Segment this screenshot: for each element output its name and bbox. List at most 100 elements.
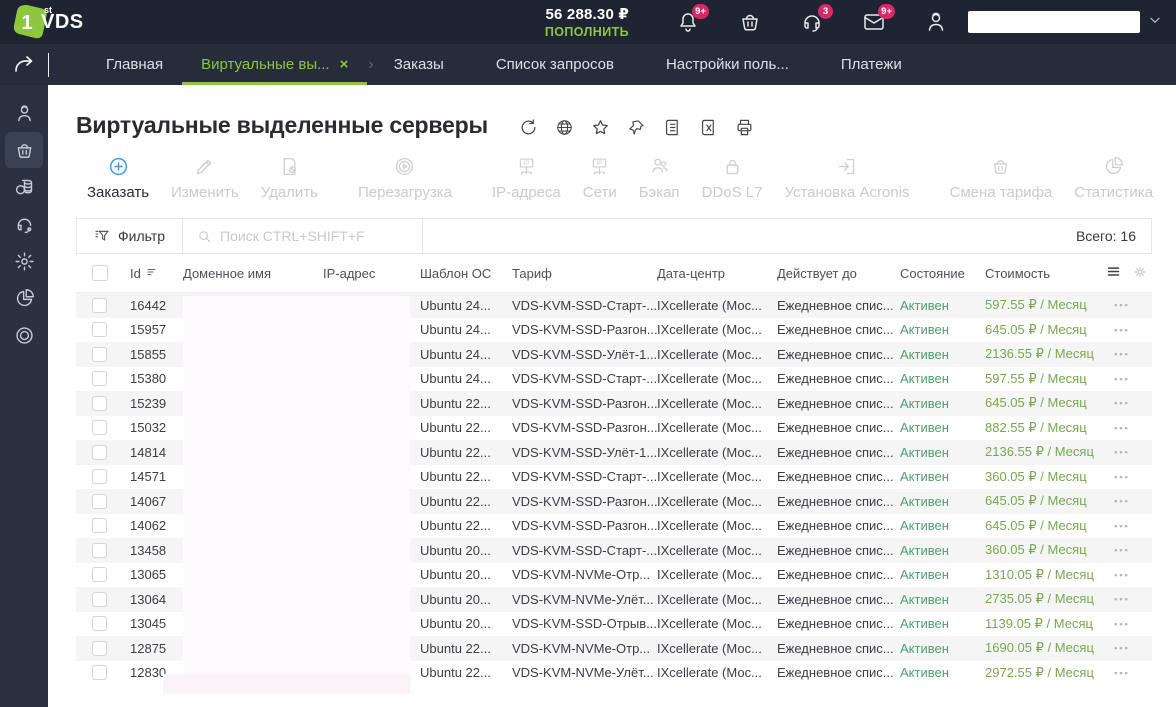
row-menu-button[interactable]: ••• [1106,374,1152,384]
row-menu-button[interactable]: ••• [1106,570,1152,580]
tab-home[interactable]: Главная [87,44,182,85]
refresh-button[interactable] [515,115,542,139]
row-tariff: VDS-KVM-NVMe-Отр... [512,567,651,583]
row-id: 14814 [130,444,167,460]
row-menu-button[interactable]: ••• [1106,325,1152,335]
row-menu-button[interactable]: ••• [1106,643,1152,653]
globe-button[interactable] [551,115,578,139]
row-os-template: Ubuntu 22... [420,444,491,460]
button-label: IP-адреса [491,184,561,201]
column-header-valid-until[interactable]: Действует до [777,266,900,281]
row-tariff: VDS-KVM-SSD-Старт-... [512,371,657,387]
row-checkbox[interactable] [76,542,130,558]
excel-export-icon [701,119,714,135]
profile-button[interactable] [924,10,948,34]
star-icon [593,119,608,134]
print-button[interactable] [731,115,758,139]
row-menu-button[interactable]: ••• [1106,300,1152,310]
tab-virtual-servers[interactable]: Виртуальные вы... × [182,44,368,85]
columns-menu-button[interactable] [1106,264,1121,282]
row-checkbox[interactable] [76,346,130,362]
row-checkbox[interactable] [76,493,130,509]
sidebar-item-products[interactable] [5,132,43,168]
row-menu-button[interactable]: ••• [1106,668,1152,678]
row-checkbox[interactable] [76,420,130,436]
row-menu-button[interactable]: ••• [1106,349,1152,359]
cart-button[interactable] [738,10,762,34]
row-checkbox[interactable] [76,371,130,387]
delete-button[interactable]: Удалить [250,155,329,201]
select-all-checkbox[interactable] [92,265,108,281]
tab-orders[interactable]: Заказы [375,44,463,85]
mail-button[interactable]: 9+ [862,4,895,34]
row-checkbox[interactable] [76,665,130,681]
firstvds-logo[interactable]: 1 st VDS [12,3,84,41]
row-checkbox[interactable] [76,640,130,656]
ddos-l7-button[interactable]: DDoS L7 [691,155,774,201]
statistics-button[interactable]: Статистика [1063,155,1164,201]
install-acronis-button[interactable]: Установка Acronis [773,155,920,201]
ip-addresses-button[interactable]: IP IP-адреса [481,155,572,201]
column-header-cost[interactable]: Стоимость [985,266,1106,281]
row-checkbox[interactable] [76,444,130,460]
row-menu-button[interactable]: ••• [1106,496,1152,506]
row-checkbox[interactable] [76,395,130,411]
excel-export-button[interactable] [695,115,722,139]
row-checkbox[interactable] [76,616,130,632]
history-button[interactable]: ? История [1164,155,1176,201]
sidebar-item-finance[interactable] [5,169,43,205]
sidebar-item-account[interactable] [5,95,43,131]
change-tariff-button[interactable]: Смена тарифа [939,155,1064,201]
balance-amount: 56 288.30 ₽ [545,6,629,23]
column-header-ip[interactable]: IP-адрес [323,266,420,281]
button-label: Перезагрузка [358,184,452,201]
tab-request-list[interactable]: Список запросов [477,44,633,85]
row-checkbox[interactable] [76,518,130,534]
table-settings-button[interactable] [1133,265,1147,282]
pin-button[interactable] [623,115,650,139]
topup-link[interactable]: ПОПОЛНИТЬ [545,25,629,39]
column-header-status[interactable]: Состояние [900,266,985,281]
row-checkbox[interactable] [76,567,130,583]
notifications-button[interactable]: 9+ [676,4,709,34]
search-input[interactable] [220,228,409,244]
row-menu-button[interactable]: ••• [1106,521,1152,531]
row-checkbox[interactable] [76,322,130,338]
column-header-datacenter[interactable]: Дата-центр [657,266,777,281]
row-menu-button[interactable]: ••• [1106,594,1152,604]
order-button[interactable]: Заказать [76,155,160,201]
support-button[interactable]: 3 [800,4,833,34]
sidebar-item-statistics[interactable] [5,280,43,316]
column-header-os[interactable]: Шаблон ОС [420,266,512,281]
sidebar-item-support[interactable] [5,206,43,242]
sidebar-item-services[interactable] [5,317,43,353]
row-menu-button[interactable]: ••• [1106,398,1152,408]
row-menu-button[interactable]: ••• [1106,447,1152,457]
forward-arrow-button[interactable] [12,53,36,77]
restart-icon [396,157,414,175]
backup-button[interactable]: Бэкап [628,155,691,201]
edit-button[interactable]: Изменить [160,155,250,201]
log-button[interactable] [659,115,686,139]
account-menu-button[interactable] [1148,13,1162,32]
row-menu-button[interactable]: ••• [1106,423,1152,433]
row-menu-button[interactable]: ••• [1106,472,1152,482]
column-header-tariff[interactable]: Тариф [512,266,657,281]
redacted-domain-ip-area [183,296,410,688]
tab-close-icon[interactable]: × [340,56,349,73]
favorite-button[interactable] [587,115,614,139]
column-header-id[interactable]: Id [130,266,183,281]
row-checkbox[interactable] [76,469,130,485]
username-redacted-field[interactable] [968,11,1140,33]
filter-button[interactable]: Фильтр [77,219,184,253]
tab-payments[interactable]: Платежи [822,44,921,85]
networks-button[interactable]: IP Сети [572,155,628,201]
column-header-domain[interactable]: Доменное имя [183,266,323,281]
tab-user-settings[interactable]: Настройки поль... [647,44,808,85]
sidebar-item-settings[interactable] [5,243,43,279]
row-checkbox[interactable] [76,297,130,313]
row-checkbox[interactable] [76,591,130,607]
row-menu-button[interactable]: ••• [1106,545,1152,555]
restart-button[interactable]: Перезагрузка [347,155,463,201]
row-menu-button[interactable]: ••• [1106,619,1152,629]
